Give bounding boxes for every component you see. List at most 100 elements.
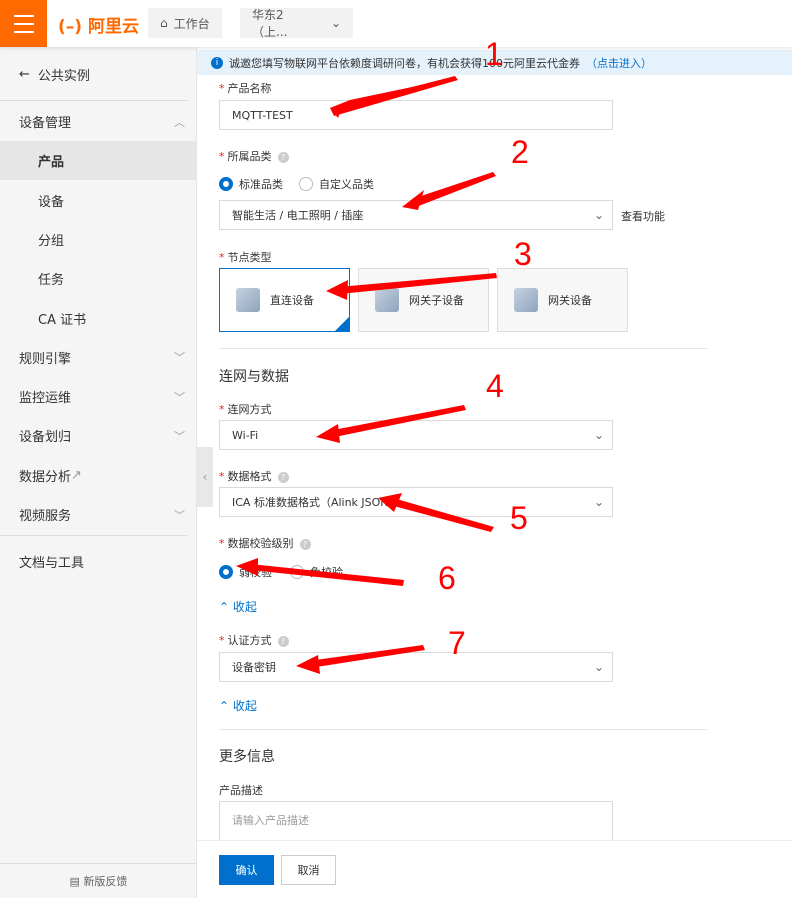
cancel-button[interactable]: 取消 <box>281 855 336 885</box>
radio-checked-icon <box>219 565 233 579</box>
sidebar-item[interactable]: 任务 <box>0 259 197 298</box>
help-icon[interactable]: ? <box>277 472 289 483</box>
auth-select[interactable]: 设备密钥 ⌄ <box>219 652 613 682</box>
info-icon: i <box>211 56 223 69</box>
node-type-subdevice[interactable]: 网关子设备 <box>358 268 489 332</box>
chevron-down-icon: ⌄ <box>593 208 604 222</box>
more-info-title: 更多信息 <box>219 749 275 765</box>
arrow-left-icon: ← <box>19 67 30 82</box>
sidebar-item[interactable]: 视频服务 ﹀ <box>0 495 197 534</box>
banner-text: 诚邀您填写物联网平台依赖度调研问卷，有机会获得100元阿里云代金券 <box>229 56 580 70</box>
radio-custom-category[interactable]: 自定义品类 <box>299 176 374 192</box>
feedback-link[interactable]: ▤ 新版反馈 <box>0 873 197 889</box>
help-icon[interactable]: ? <box>277 636 289 647</box>
feedback-label: 新版反馈 <box>83 875 128 888</box>
node-type-gateway[interactable]: 网关设备 <box>497 268 628 332</box>
annotation-number: 5 <box>510 500 528 536</box>
view-features-link[interactable]: 查看功能 <box>621 208 665 224</box>
chevron-down-icon: ⌄ <box>593 660 604 674</box>
radio-unchecked-icon <box>299 177 313 191</box>
back-label: 公共实例 <box>37 69 90 84</box>
divider <box>219 348 707 349</box>
docs-label: 文档与工具 <box>19 556 85 571</box>
home-icon: ⌂ <box>160 16 168 30</box>
network-select[interactable]: Wi-Fi ⌄ <box>219 420 613 450</box>
help-icon[interactable]: ? <box>277 152 289 163</box>
sidebar-item[interactable]: 产品 <box>0 141 197 181</box>
top-bar: (–) 阿里云 ⌂ 工作台 华东2（上... ⌄ <box>0 0 792 47</box>
sidebar-item-label: 产品 <box>38 155 65 171</box>
sidebar-item[interactable]: 设备管理 ︿ <box>0 102 197 141</box>
radio-no-check[interactable]: 免校验 <box>290 564 343 580</box>
network-label: * 连网方式 <box>219 403 272 416</box>
sidebar-item-label: 监控运维 <box>19 391 72 407</box>
sidebar-item[interactable]: 数据分析 ↗ <box>0 456 197 495</box>
external-link-icon: ↗ <box>71 467 82 483</box>
gateway-icon <box>514 288 538 312</box>
sidebar-item-label: 设备管理 <box>19 116 72 131</box>
collapse-link[interactable]: ⌃ 收起 <box>219 598 257 615</box>
collapse-link[interactable]: ⌃ 收起 <box>219 697 257 714</box>
sidebar-item[interactable]: 设备划归 ﹀ <box>0 416 197 455</box>
chevron-down-icon: ⌄ <box>593 428 604 442</box>
help-icon[interactable]: ? <box>299 539 311 550</box>
confirm-button[interactable]: 确认 <box>219 855 274 885</box>
sidebar-item[interactable]: 规则引擎 ﹀ <box>0 338 197 377</box>
annotation-number: 4 <box>486 368 504 404</box>
sidebar-item[interactable]: 设备 <box>0 181 197 220</box>
divider <box>0 535 187 536</box>
sidebar-item[interactable]: CA 证书 <box>0 299 197 338</box>
network-section-title: 连网与数据 <box>219 369 289 385</box>
sidebar-item-label: 任务 <box>38 273 65 289</box>
radio-standard-category[interactable]: 标准品类 <box>219 176 283 192</box>
chevron-down-icon: ﹀ <box>174 508 185 522</box>
radio-unchecked-icon <box>290 565 304 579</box>
chevron-up-icon: ︿ <box>174 115 185 129</box>
radio-weak-check[interactable]: 弱校验 <box>219 564 272 580</box>
divider <box>0 863 197 864</box>
sidebar-item-label: 视频服务 <box>19 509 72 524</box>
annotation-number: 7 <box>448 625 466 661</box>
workbench-button[interactable]: ⌂ 工作台 <box>148 8 222 38</box>
divider <box>219 729 707 730</box>
direct-device-icon <box>236 288 260 312</box>
banner-link[interactable]: （点击进入） <box>586 55 652 71</box>
node-type-direct[interactable]: 直连设备 <box>219 268 350 332</box>
data-format-select[interactable]: ICA 标准数据格式（Alink JSON） ⌄ <box>219 487 613 517</box>
back-link[interactable]: ← 公共实例 <box>0 55 197 94</box>
chevron-down-icon: ﹀ <box>174 429 185 443</box>
product-name-input[interactable]: MQTT-TEST <box>219 100 613 130</box>
check-level-label: * 数据校验级别? <box>219 535 311 551</box>
sidebar-item-label: 设备 <box>38 194 65 210</box>
sidebar-collapse-handle[interactable]: ‹ <box>197 447 213 507</box>
auth-label: * 认证方式? <box>219 632 289 648</box>
chevron-down-icon: ﹀ <box>174 351 185 365</box>
menu-button[interactable] <box>0 0 47 47</box>
sidebar-item-docs[interactable]: 文档与工具 <box>0 542 197 581</box>
description-label: 产品描述 <box>219 784 263 797</box>
category-select[interactable]: 智能生活 / 电工照明 / 插座 ⌄ <box>219 200 613 230</box>
sidebar-item-label: 规则引擎 <box>19 351 72 367</box>
brand-logo[interactable]: (–) 阿里云 <box>58 12 139 37</box>
chevron-down-icon: ﹀ <box>174 390 185 404</box>
sidebar-item[interactable]: 分组 <box>0 220 197 259</box>
annotation-number: 2 <box>511 134 529 170</box>
category-label: * 所属品类? <box>219 148 289 164</box>
sidebar-item-label: 分组 <box>38 233 65 249</box>
sidebar: ← 公共实例 设备管理 ︿ 产品 设备 分组 任务 CA 证书 规则引擎 ﹀ 监控运维 ﹀ 设备划归 ﹀ 数… <box>0 47 197 898</box>
sidebar-item-label: CA 证书 <box>38 312 87 328</box>
sidebar-item-label: 数据分析 <box>19 469 72 485</box>
chevron-down-icon: ⌄ <box>330 16 341 30</box>
region-select[interactable]: 华东2（上... ⌄ <box>240 8 353 39</box>
data-format-label: * 数据格式? <box>219 468 289 484</box>
product-name-label: * 产品名称 <box>219 82 272 95</box>
node-type-label: * 节点类型 <box>219 251 272 264</box>
divider <box>0 100 187 101</box>
subdevice-icon <box>375 288 399 312</box>
description-textarea[interactable]: 请输入产品描述 <box>219 801 613 841</box>
sidebar-item[interactable]: 监控运维 ﹀ <box>0 377 197 416</box>
annotation-number: 3 <box>514 236 532 272</box>
annotation-number: 1 <box>485 36 503 72</box>
workbench-label: 工作台 <box>173 16 210 31</box>
annotation-number: 6 <box>438 560 456 596</box>
